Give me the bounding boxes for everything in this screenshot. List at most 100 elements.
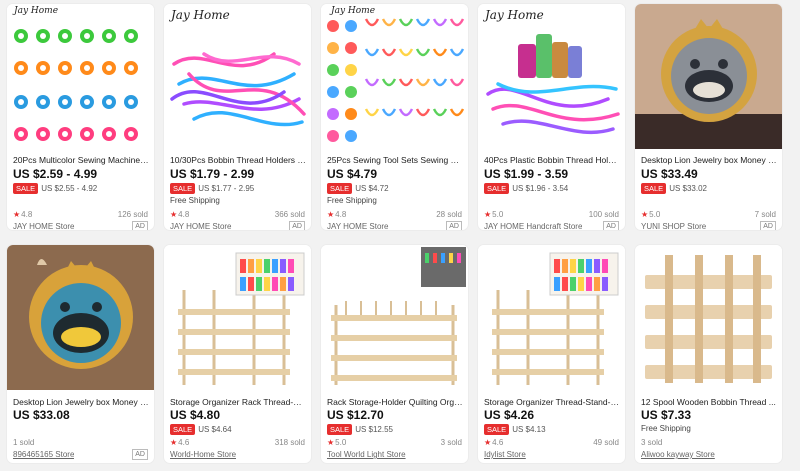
sold-count: 318 sold xyxy=(274,438,305,447)
product-title[interactable]: 12 Spool Wooden Bobbin Thread ... xyxy=(641,397,777,407)
shipping-info: Free Shipping xyxy=(327,196,377,205)
store-link[interactable]: 896465165 Store xyxy=(13,450,74,459)
sale-badge: SALE xyxy=(641,183,667,194)
sale-price: US $2.55 - 4.92 xyxy=(41,184,98,193)
sale-row: SALE US $12.55 xyxy=(327,424,393,435)
store-link[interactable]: JAY HOME Handcraft Store xyxy=(484,222,582,230)
sold-count: 28 sold xyxy=(436,210,462,219)
sale-row: SALE US $4.64 xyxy=(170,424,232,435)
product-image[interactable] xyxy=(635,245,782,390)
product-price: US $33.08 xyxy=(13,408,70,422)
product-image[interactable]: Jay Home xyxy=(164,4,311,149)
product-price: US $1.99 - 3.59 xyxy=(484,167,569,181)
sale-price: US $1.96 - 3.54 xyxy=(512,184,569,193)
star-icon: ★ xyxy=(327,210,335,219)
product-image[interactable]: Jay Home xyxy=(7,4,154,149)
product-card[interactable]: Desktop Lion Jewelry box Money b... US $… xyxy=(7,245,154,463)
product-image[interactable] xyxy=(635,4,782,149)
brand-watermark: Jay Home xyxy=(485,8,544,22)
rating: ★4.6 xyxy=(484,438,504,447)
sale-price: US $4.13 xyxy=(512,425,546,434)
sale-row: SALE US $4.72 xyxy=(327,183,389,194)
brand-watermark: Jay Home xyxy=(171,8,230,22)
store-link[interactable]: JAY HOME Store xyxy=(170,222,232,230)
sale-price: US $33.02 xyxy=(669,184,707,193)
store-link[interactable]: JAY HOME Store xyxy=(13,222,75,230)
shipping-info: Free Shipping xyxy=(170,196,220,205)
sold-count: 100 sold xyxy=(588,210,619,219)
sale-badge: SALE xyxy=(484,183,510,194)
product-card[interactable]: Storage Organizer Rack Thread-Sta... US … xyxy=(164,245,311,463)
product-image[interactable] xyxy=(7,245,154,390)
store-link[interactable]: YUNI SHOP Store xyxy=(641,222,706,230)
sale-badge: SALE xyxy=(13,183,39,194)
sale-row: SALE US $4.13 xyxy=(484,424,546,435)
product-card[interactable]: Jay Home 25Pcs Sewing Tool Sets Sewing T… xyxy=(321,4,468,230)
product-image[interactable]: Jay Home xyxy=(321,4,468,149)
ad-badge: AD xyxy=(132,449,148,460)
product-title[interactable]: Desktop Lion Jewelry box Money b... xyxy=(641,155,777,165)
star-icon: ★ xyxy=(170,210,178,219)
product-price: US $33.49 xyxy=(641,167,698,181)
sold-count: 1 sold xyxy=(13,438,35,447)
product-image[interactable] xyxy=(164,245,311,390)
product-image[interactable] xyxy=(321,245,468,390)
product-price: US $4.79 xyxy=(327,167,378,181)
sale-badge: SALE xyxy=(327,424,353,435)
sale-price: US $1.77 - 2.95 xyxy=(198,184,255,193)
product-title[interactable]: 25Pcs Sewing Tool Sets Sewing Thr... xyxy=(327,155,463,165)
brand-watermark: Jay Home xyxy=(331,6,376,16)
product-title[interactable]: Rack Storage-Holder Quilting Orga... xyxy=(327,397,463,407)
product-title[interactable]: 40Pcs Plastic Bobbin Thread Holde... xyxy=(484,155,620,165)
sale-price: US $4.64 xyxy=(198,425,232,434)
store-link[interactable]: Aliwoo kayway Store xyxy=(641,450,715,459)
product-price: US $4.80 xyxy=(170,408,221,422)
product-card[interactable]: Jay Home 20Pcs Multicolor Sewing Machine… xyxy=(7,4,154,230)
product-price: US $12.70 xyxy=(327,408,384,422)
product-card[interactable]: Jay Home 40Pcs Plastic Bobbin Thread Hol… xyxy=(478,4,625,230)
star-icon: ★ xyxy=(484,210,492,219)
sold-count: 49 sold xyxy=(593,438,619,447)
product-card[interactable]: 12 Spool Wooden Bobbin Thread ... US $7.… xyxy=(635,245,782,463)
rating: ★5.0 xyxy=(641,210,661,219)
store-link[interactable]: Idylist Store xyxy=(484,450,526,459)
product-price: US $1.79 - 2.99 xyxy=(170,167,255,181)
sale-price: US $12.55 xyxy=(355,425,393,434)
sold-count: 366 sold xyxy=(274,210,305,219)
star-icon: ★ xyxy=(327,438,335,447)
rating: ★5.0 xyxy=(327,438,347,447)
store-link[interactable]: JAY HOME Store xyxy=(327,222,389,230)
rating: ★4.8 xyxy=(170,210,190,219)
sale-badge: SALE xyxy=(170,424,196,435)
sale-price: US $4.72 xyxy=(355,184,389,193)
product-card[interactable]: Rack Storage-Holder Quilting Orga... US … xyxy=(321,245,468,463)
sale-badge: SALE xyxy=(170,183,196,194)
product-title[interactable]: 10/30Pcs Bobbin Thread Holders S... xyxy=(170,155,306,165)
sale-row: SALE US $2.55 - 4.92 xyxy=(13,183,97,194)
rating: ★4.8 xyxy=(13,210,33,219)
product-title[interactable]: 20Pcs Multicolor Sewing Machine ... xyxy=(13,155,149,165)
store-link[interactable]: Tool World Light Store xyxy=(327,450,406,459)
product-title[interactable]: Storage Organizer Thread-Stand-H... xyxy=(484,397,620,407)
star-icon: ★ xyxy=(641,210,649,219)
ad-badge: AD xyxy=(289,221,305,230)
ad-badge: AD xyxy=(603,221,619,230)
store-link[interactable]: World-Home Store xyxy=(170,450,236,459)
product-card[interactable]: Jay Home 10/30Pcs Bobbin Thread Holders … xyxy=(164,4,311,230)
star-icon: ★ xyxy=(170,438,178,447)
product-image[interactable] xyxy=(478,245,625,390)
sold-count: 126 sold xyxy=(117,210,148,219)
sold-count: 7 sold xyxy=(754,210,776,219)
sold-count: 3 sold xyxy=(641,438,663,447)
product-card[interactable]: Desktop Lion Jewelry box Money b... US $… xyxy=(635,4,782,230)
ad-badge: AD xyxy=(446,221,462,230)
product-grid: Jay Home 20Pcs Multicolor Sewing Machine… xyxy=(0,0,800,471)
rating: ★4.8 xyxy=(327,210,347,219)
product-title[interactable]: Desktop Lion Jewelry box Money b... xyxy=(13,397,149,407)
rating: ★5.0 xyxy=(484,210,504,219)
product-image[interactable]: Jay Home xyxy=(478,4,625,149)
star-icon: ★ xyxy=(13,210,21,219)
product-card[interactable]: Storage Organizer Thread-Stand-H... US $… xyxy=(478,245,625,463)
product-price: US $7.33 xyxy=(641,408,692,422)
product-title[interactable]: Storage Organizer Rack Thread-Sta... xyxy=(170,397,306,407)
